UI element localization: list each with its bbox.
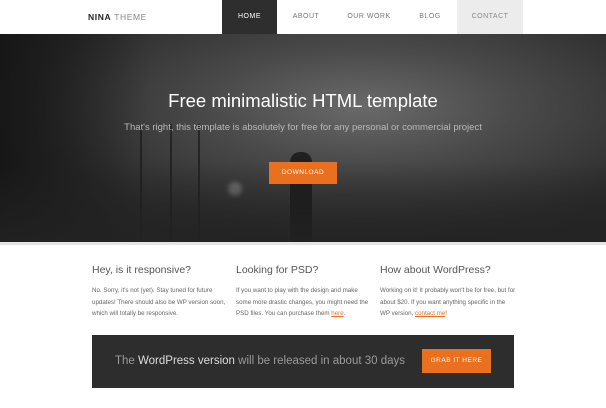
column-text-tail: !	[445, 310, 447, 317]
site-logo[interactable]: NINA THEME	[88, 12, 147, 22]
main-nav: HOME ABOUT OUR WORK BLOG CONTACT	[222, 0, 523, 34]
nav-item-home[interactable]: HOME	[222, 0, 277, 34]
feature-column-responsive: Hey, is it responsive? No. Sorry, it's n…	[92, 264, 228, 320]
banner-message: The WordPress version will be released i…	[115, 355, 405, 367]
nav-item-about[interactable]: ABOUT	[277, 0, 335, 34]
column-title: How about WordPress?	[380, 264, 491, 276]
site-header: NINA THEME HOME ABOUT OUR WORK BLOG CONTA…	[0, 0, 606, 34]
column-text-body: Working on it! It probably won't be for …	[380, 287, 516, 317]
nav-item-our-work[interactable]: OUR WORK	[335, 0, 403, 34]
hero-subtitle: That's right, this template is absolutel…	[124, 122, 482, 133]
nav-item-blog[interactable]: BLOG	[403, 0, 457, 34]
column-text: Working on it! It probably won't be for …	[380, 285, 516, 320]
section-divider	[0, 242, 606, 245]
hero-section: Free minimalistic HTML template That's r…	[0, 34, 606, 242]
column-text-body: If you want to play with the design and …	[236, 287, 369, 317]
download-button[interactable]: DOWNLOAD	[269, 162, 337, 184]
column-text: If you want to play with the design and …	[236, 285, 372, 320]
contact-me-link[interactable]: contact me	[415, 310, 445, 317]
wordpress-banner: The WordPress version will be released i…	[92, 335, 514, 388]
banner-prefix: The	[115, 355, 139, 367]
nav-item-contact[interactable]: CONTACT	[457, 0, 523, 34]
feature-column-wordpress: How about WordPress? Working on it! It p…	[380, 264, 516, 320]
column-title: Looking for PSD?	[236, 264, 319, 276]
column-text-tail: .	[343, 310, 346, 317]
column-text: No. Sorry, it's not (yet). Stay tuned fo…	[92, 285, 228, 320]
feature-column-psd: Looking for PSD? If you want to play wit…	[236, 264, 372, 320]
logo-bold-text: NINA	[88, 12, 112, 22]
column-text-body: No. Sorry, it's not (yet). Stay tuned fo…	[92, 287, 226, 317]
psd-purchase-link[interactable]: here	[331, 310, 343, 317]
grab-it-here-button[interactable]: GRAB IT HERE	[422, 349, 491, 373]
banner-suffix: will be released in about 30 days	[234, 355, 406, 367]
logo-light-text: THEME	[114, 12, 147, 22]
banner-highlight: WordPress version	[138, 355, 235, 367]
column-title: Hey, is it responsive?	[92, 264, 192, 276]
hero-title: Free minimalistic HTML template	[168, 90, 438, 111]
